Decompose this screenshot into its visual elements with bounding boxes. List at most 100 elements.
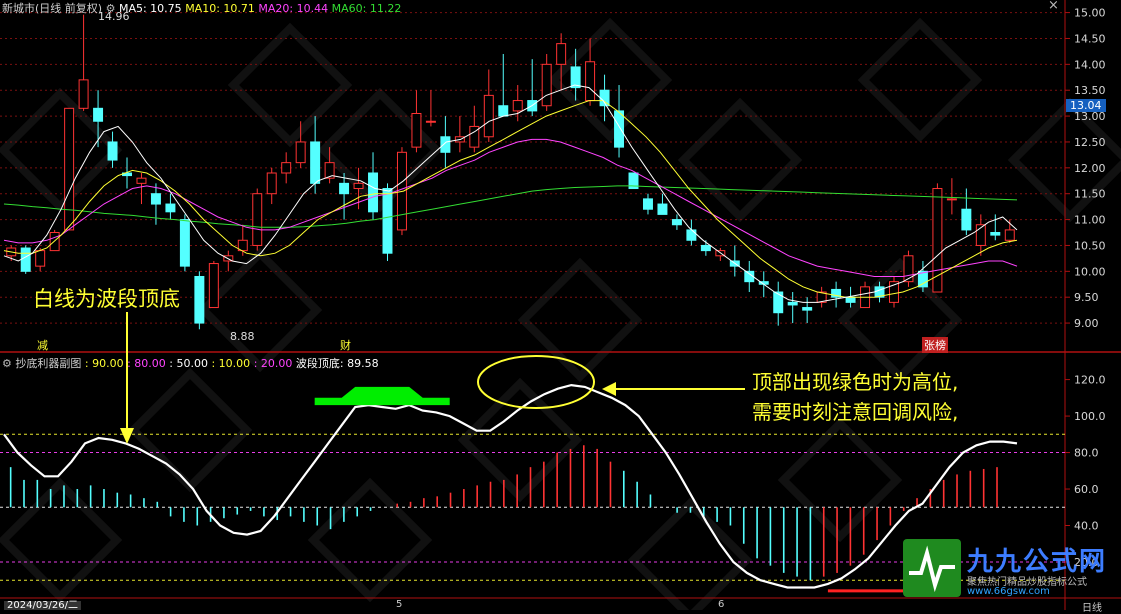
- site-logo: 九九公式网 聚焦热门精品炒股指标公式 www.66gsw.com: [903, 539, 1118, 599]
- watermark-mark: [457, 377, 583, 503]
- watermark-mark: [0, 477, 123, 603]
- candle-body: [961, 208, 972, 231]
- annotation-layer: [120, 312, 745, 444]
- candle-body: [93, 107, 104, 122]
- sub-settings-icon[interactable]: ⚙: [2, 357, 12, 370]
- candle-body: [339, 182, 350, 195]
- main-tick-label: 14.50: [1074, 32, 1106, 45]
- logo-icon: [903, 539, 961, 597]
- candle-body: [208, 263, 219, 309]
- candle-body: [787, 301, 798, 306]
- candle-body: [107, 141, 118, 161]
- candle-body: [845, 296, 856, 303]
- low-price-label: 8.88: [230, 330, 255, 343]
- candle-body: [903, 255, 914, 283]
- marker-cai[interactable]: 财: [340, 337, 351, 353]
- watermark-mark: [227, 22, 353, 148]
- watermark-mark: [777, 417, 903, 543]
- high-price-label: 14.96: [98, 10, 130, 23]
- candle-body: [353, 182, 364, 190]
- logo-url: www.66gsw.com: [967, 586, 1050, 597]
- candle-body: [368, 172, 379, 213]
- candle-body: [165, 203, 176, 213]
- param-20: : 20.00: [253, 357, 293, 370]
- annotation-white-line: 白线为波段顶底: [33, 287, 180, 311]
- current-price-tag: 13.04: [1066, 99, 1106, 112]
- sub-tick-label: 120.0: [1074, 374, 1106, 387]
- main-tick-label: 12.50: [1074, 136, 1106, 149]
- main-header: 新城市(日线 前复权) ⚙ MA5: 10.75 MA10: 10.71 MA2…: [2, 0, 401, 16]
- candle-body: [773, 291, 784, 314]
- period-label[interactable]: 日线: [1082, 599, 1102, 614]
- candle-body: [425, 120, 436, 123]
- main-tick-label: 12.00: [1074, 162, 1106, 175]
- watermark-layer: [0, 17, 1121, 610]
- sub-tick-label: 80.0: [1074, 447, 1099, 460]
- candle-body: [570, 66, 581, 89]
- candle-body: [281, 162, 292, 174]
- candle-body: [310, 141, 321, 184]
- candle-body: [1004, 229, 1015, 241]
- watermark-mark: [307, 477, 433, 603]
- watermark-mark: [197, 247, 323, 373]
- watermark-mark: [127, 367, 253, 493]
- marker-jian[interactable]: 减: [37, 337, 48, 353]
- annotation-top-line2: 需要时刻注意回调风险,: [752, 400, 959, 424]
- candle-body: [78, 79, 89, 109]
- watermark-mark: [677, 97, 803, 223]
- watermark-mark: [547, 17, 673, 143]
- candle-body: [440, 136, 451, 153]
- main-tick-label: 11.00: [1074, 214, 1106, 227]
- month-label-a: 5: [396, 599, 403, 610]
- main-tick-label: 13.00: [1074, 110, 1106, 123]
- main-tick-label: 9.00: [1074, 317, 1099, 330]
- sub-tick-label: 40.0: [1074, 520, 1099, 533]
- month-label-b: 6: [718, 599, 725, 610]
- sub-tick-label: 100.0: [1074, 410, 1106, 423]
- sub-title: 抄底利器副图: [15, 357, 82, 370]
- main-tick-label: 14.00: [1074, 58, 1106, 71]
- sub-header: ⚙ 抄底利器副图 : 90.00 : 80.00 : 50.00 : 10.00…: [2, 355, 379, 371]
- candle-body: [483, 94, 494, 138]
- candle-body: [614, 110, 625, 148]
- candle-body: [932, 188, 943, 293]
- candle-body: [512, 100, 523, 112]
- main-tick-label: 11.50: [1074, 188, 1106, 201]
- watermark-mark: [857, 17, 983, 143]
- close-icon[interactable]: ×: [1048, 0, 1059, 13]
- candle-body: [266, 172, 277, 195]
- param-80: : 80.00: [127, 357, 166, 370]
- candle-body: [671, 219, 682, 226]
- top-zone: [314, 386, 450, 406]
- candle-body: [585, 61, 596, 102]
- candle-body: [642, 198, 653, 210]
- date-label: 2024/03/26/二: [4, 601, 82, 611]
- main-tick-label: 10.50: [1074, 239, 1106, 252]
- stock-title: 新城市(日线 前复权): [2, 2, 103, 15]
- candle-body: [252, 193, 263, 246]
- candle-body: [657, 203, 668, 215]
- candle-body: [150, 193, 161, 205]
- candle-body: [802, 307, 813, 311]
- candle-body: [990, 232, 1001, 236]
- main-tick-label: 10.00: [1074, 265, 1106, 278]
- marker-zhangbang[interactable]: 张榜: [922, 337, 948, 353]
- ma60-label: MA60: 11.22: [331, 2, 402, 15]
- candle-body: [946, 198, 957, 201]
- param-90: : 90.00: [84, 357, 124, 370]
- candle-body: [64, 107, 75, 231]
- axis-layer: 9.00 9.50 10.00 10.50 11.00 11.50 12.00 12.50 13…: [1065, 7, 1106, 569]
- sub-tick-label: 60.0: [1074, 483, 1099, 496]
- candle-body: [35, 250, 46, 267]
- candle-body: [136, 177, 147, 184]
- candle-body: [556, 43, 567, 65]
- annotation-top-line1: 顶部出现绿色时为高位,: [752, 370, 959, 394]
- main-tick-label: 13.50: [1074, 84, 1106, 97]
- candle-body: [686, 229, 697, 241]
- candle-body: [541, 63, 552, 107]
- main-tick-label: 15.00: [1074, 7, 1106, 20]
- candle-body: [411, 112, 422, 148]
- param-10: : 10.00: [211, 357, 251, 370]
- candle-body: [20, 247, 31, 272]
- candle-body: [179, 219, 190, 267]
